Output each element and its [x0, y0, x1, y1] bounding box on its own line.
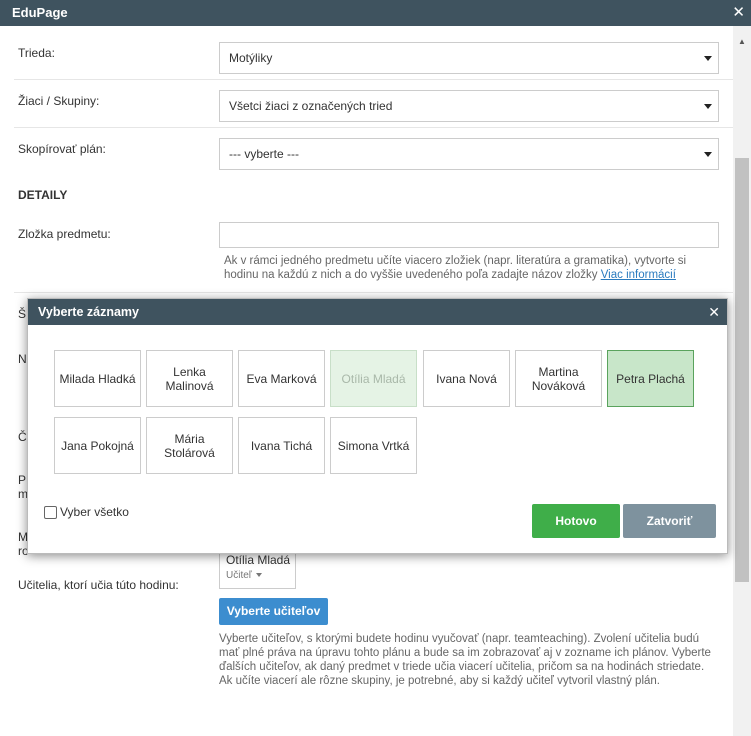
trieda-value: Motýliky: [229, 51, 273, 65]
teacher-tile[interactable]: Eva Marková: [238, 350, 325, 407]
chevron-down-icon: [704, 56, 712, 61]
chevron-down-icon: [255, 573, 262, 578]
teacher-name: Otília Mladá: [226, 553, 291, 567]
teacher-tile-disabled: Otília Mladá: [330, 350, 417, 407]
teacher-tile[interactable]: Ivana Nová: [423, 350, 510, 407]
trieda-label: Trieda:: [18, 46, 55, 60]
chevron-down-icon: [704, 104, 712, 109]
row-fragment-1: Š: [18, 307, 27, 321]
tile-label: Ivana Nová: [436, 371, 497, 386]
close-button[interactable]: Zatvoriť: [623, 504, 716, 538]
close-icon[interactable]: ✕: [708, 299, 720, 325]
tile-label: Petra Plachá: [616, 371, 685, 386]
tile-label: Mária Stolárová: [164, 431, 215, 460]
teacher-tile[interactable]: Ivana Tichá: [238, 417, 325, 474]
zlozka-label: Zložka predmetu:: [18, 227, 111, 241]
tile-label: Jana Pokojná: [61, 438, 134, 453]
teacher-role[interactable]: Učiteľ: [226, 570, 295, 581]
ucitelia-label: Učitelia, ktorí učia túto hodinu:: [18, 578, 179, 592]
zlozka-help: Ak v rámci jedného predmetu učíte viacer…: [224, 254, 714, 282]
ziaci-select[interactable]: Všetci žiaci z označených tried: [219, 90, 719, 122]
select-all-checkbox[interactable]: Vyber všetko: [44, 505, 129, 520]
kopirovat-select[interactable]: --- vyberte ---: [219, 138, 719, 170]
tile-label: Ivana Tichá: [250, 438, 313, 453]
tile-label: Otília Mladá: [341, 371, 406, 386]
row-fragment-4: P: [18, 473, 27, 487]
tile-label: Milada Hladká: [59, 371, 136, 386]
teacher-role-text: Učiteľ: [226, 570, 252, 581]
window-titlebar: EduPage ✕: [0, 0, 751, 26]
teacher-tile[interactable]: Lenka Malinová: [146, 350, 233, 407]
modal-header: Vyberte záznamy ✕: [28, 299, 727, 325]
section-title-detaily: DETAILY: [18, 188, 68, 202]
scrollbar-thumb[interactable]: [735, 158, 749, 582]
teacher-tile[interactable]: Milada Hladká: [54, 350, 141, 407]
select-teachers-button[interactable]: Vyberte učiteľov: [219, 598, 328, 625]
modal-title: Vyberte záznamy: [38, 305, 139, 319]
teacher-tile[interactable]: Mária Stolárová: [146, 417, 233, 474]
row-fragment-2: N: [18, 352, 27, 366]
kopirovat-label: Skopírovať plán:: [18, 142, 106, 156]
teacher-tile[interactable]: Simona Vrtká: [330, 417, 417, 474]
select-all-label: Vyber všetko: [60, 505, 129, 519]
select-records-modal: Vyberte záznamy ✕ Milada Hladká Lenka Ma…: [27, 298, 728, 554]
ziaci-label: Žiaci / Skupiny:: [18, 94, 100, 108]
row-fragment-3: Č: [18, 430, 27, 444]
scrollbar[interactable]: ▲: [733, 26, 751, 736]
trieda-select[interactable]: Motýliky: [219, 42, 719, 74]
window-title: EduPage: [12, 5, 68, 20]
tile-label: Lenka Malinová: [165, 364, 214, 393]
teacher-tile[interactable]: Jana Pokojná: [54, 417, 141, 474]
tile-label: Eva Marková: [246, 371, 317, 386]
tile-label: Simona Vrtká: [337, 438, 410, 453]
teachers-help: Vyberte učiteľov, s ktorými budete hodin…: [219, 633, 711, 687]
more-info-link[interactable]: Viac informácií: [601, 269, 676, 281]
ziaci-value: Všetci žiaci z označených tried: [229, 99, 393, 113]
scroll-up-icon[interactable]: ▲: [733, 34, 751, 50]
done-button[interactable]: Hotovo: [532, 504, 620, 538]
teacher-tile-selected[interactable]: Petra Plachá: [607, 350, 694, 407]
divider: [14, 292, 733, 293]
tile-label: Martina Nováková: [531, 364, 586, 393]
checkbox-icon[interactable]: [44, 506, 57, 520]
kopirovat-value: --- vyberte ---: [229, 147, 299, 161]
close-icon[interactable]: ✕: [732, 0, 745, 26]
teacher-tile[interactable]: Martina Nováková: [515, 350, 602, 407]
chevron-down-icon: [704, 152, 712, 157]
zlozka-input[interactable]: [219, 222, 719, 248]
